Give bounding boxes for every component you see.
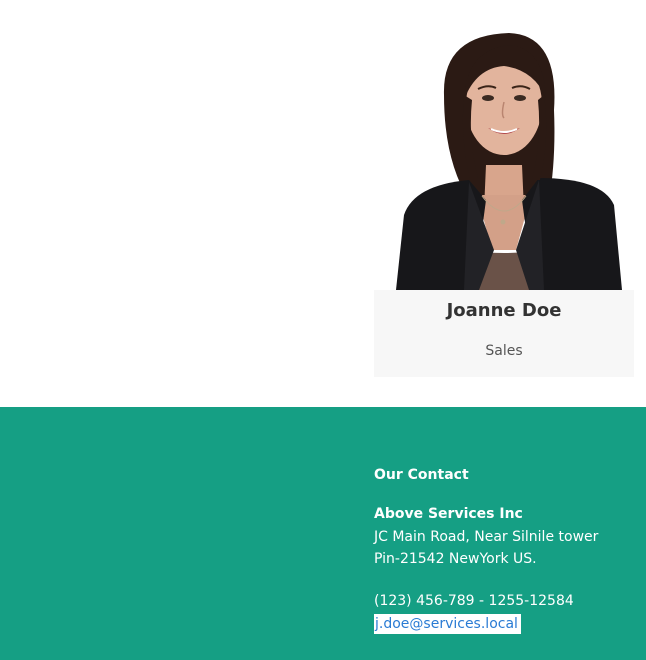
portrait-image <box>396 33 622 290</box>
contact-heading: Our Contact <box>374 467 469 483</box>
footer: Our Contact Above Services Inc JC Main R… <box>0 407 646 660</box>
address-line-2: Pin-21542 NewYork US. <box>374 551 537 567</box>
team-member-name: Joanne Doe <box>446 300 562 321</box>
email-link[interactable]: j.doe@services.local <box>374 614 521 634</box>
team-member-role: Sales <box>485 343 523 359</box>
company-name: Above Services Inc <box>374 506 523 522</box>
team-member-card: Joanne Doe Sales <box>374 0 634 377</box>
phone-number: (123) 456-789 - 1255-12584 <box>374 593 574 609</box>
page: Joanne Doe Sales Our Contact Above Servi… <box>0 0 646 660</box>
team-member-photo <box>374 0 634 290</box>
team-member-info: Joanne Doe Sales <box>374 290 634 377</box>
address-line-1: JC Main Road, Near Silnile tower <box>374 529 599 545</box>
